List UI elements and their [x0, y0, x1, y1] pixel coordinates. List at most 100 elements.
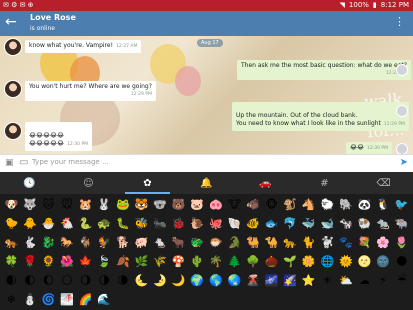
emoji-key[interactable]: 🌿 — [132, 252, 151, 271]
emoji-key[interactable]: 🐑 — [318, 195, 337, 214]
emoji-key[interactable]: 🐺 — [21, 195, 40, 214]
emoji-key[interactable]: 🌎 — [207, 271, 226, 290]
message-bubble-outgoing[interactable]: Up the mountain. Out of the cloud bank. … — [232, 102, 409, 131]
emoji-key[interactable]: 🌊 — [95, 290, 114, 309]
emoji-key[interactable]: 🐛 — [114, 214, 133, 233]
emoji-key[interactable]: 🐯 — [132, 195, 151, 214]
emoji-key[interactable]: 🐴 — [299, 195, 318, 214]
places-tab[interactable]: 🚗 — [236, 172, 295, 194]
emoji-key[interactable]: 🐓 — [95, 233, 114, 252]
message-bubble-incoming[interactable]: 😂😂😂😂😂 😂😂😂😂😂 12:30 PM — [25, 122, 93, 151]
nature-tab[interactable]: ✿ — [118, 172, 177, 194]
emoji-key[interactable]: 🌓 — [21, 271, 40, 290]
emoji-key[interactable]: 🐃 — [392, 214, 411, 233]
emoji-key[interactable]: ⭐ — [299, 271, 318, 290]
attach-image-icon[interactable]: ▣ — [5, 158, 14, 168]
emoji-key[interactable]: 💐 — [355, 233, 374, 252]
emoji-key[interactable]: 🐸 — [114, 195, 133, 214]
emoji-key[interactable]: 🐫 — [244, 233, 263, 252]
emoji-key[interactable]: 🐨 — [151, 195, 170, 214]
recent-tab[interactable]: 🕓 — [0, 172, 59, 194]
emoji-key[interactable]: 🐾 — [337, 233, 356, 252]
emoji-key[interactable]: 🐶 — [2, 195, 21, 214]
emoji-key[interactable]: 🌾 — [151, 252, 170, 271]
emoji-key[interactable]: 🌐 — [318, 252, 337, 271]
emoji-key[interactable]: 🌻 — [39, 252, 58, 271]
emoji-key[interactable]: 🍃 — [95, 252, 114, 271]
emoji-key[interactable]: ❄ — [2, 290, 21, 309]
emoji-key[interactable]: 🍁 — [76, 252, 95, 271]
emoji-key[interactable]: 🌈 — [76, 290, 95, 309]
emoji-key[interactable]: 🐐 — [76, 233, 95, 252]
smileys-tab[interactable]: ☺ — [59, 172, 118, 194]
emoji-key[interactable]: 🐧 — [374, 195, 393, 214]
emoji-key[interactable]: 🍀 — [2, 252, 21, 271]
emoji-key[interactable]: ⚡ — [374, 271, 393, 290]
emoji-key[interactable]: 🌵 — [188, 252, 207, 271]
emoji-key[interactable]: 🌙 — [169, 271, 188, 290]
objects-tab[interactable]: 🔔 — [177, 172, 236, 194]
emoji-key[interactable]: 🐹 — [76, 195, 95, 214]
emoji-key[interactable]: 🐒 — [281, 195, 300, 214]
emoji-key[interactable]: 🐝 — [132, 214, 151, 233]
emoji-key[interactable]: 🌔 — [39, 271, 58, 290]
emoji-key[interactable]: 🐡 — [207, 233, 226, 252]
message-input[interactable]: Type your message ... — [32, 158, 109, 166]
avatar[interactable] — [4, 80, 22, 98]
emoji-key[interactable]: 🐩 — [318, 233, 337, 252]
emoji-key[interactable]: 🐦 — [392, 195, 411, 214]
emoji-key[interactable]: 🌋 — [244, 271, 263, 290]
emoji-key[interactable]: 🐉 — [39, 233, 58, 252]
emoji-key[interactable]: 🐏 — [355, 214, 374, 233]
emoji-key[interactable]: 🌒 — [2, 271, 21, 290]
message-bubble-incoming[interactable]: know what you're. Vampire! 12:27 AM — [25, 40, 142, 53]
emoji-key[interactable]: 🐕 — [114, 233, 133, 252]
symbols-tab[interactable]: # — [295, 172, 354, 194]
emoji-key[interactable]: 🌚 — [374, 252, 393, 271]
keyboard-toggle-icon[interactable]: ▭ — [19, 157, 28, 168]
emoji-key[interactable]: 🐪 — [262, 233, 281, 252]
emoji-key[interactable]: 🐤 — [2, 214, 21, 233]
emoji-key[interactable]: 🐅 — [2, 233, 21, 252]
emoji-key[interactable]: 🐜 — [151, 214, 170, 233]
emoji-key[interactable]: 🌗 — [95, 271, 114, 290]
emoji-key[interactable]: 🌖 — [76, 271, 95, 290]
emoji-key[interactable]: 🐔 — [58, 214, 77, 233]
emoji-key[interactable]: 🐚 — [225, 214, 244, 233]
emoji-key[interactable]: 🐰 — [95, 195, 114, 214]
back-arrow-icon[interactable]: ← — [5, 15, 17, 29]
emoji-key[interactable]: 🐼 — [355, 195, 374, 214]
emoji-key[interactable]: 🐻 — [169, 195, 188, 214]
emoji-key[interactable]: 🌺 — [58, 252, 77, 271]
chat-history[interactable]: walk with me for... Aug 17 know what you… — [0, 36, 413, 154]
emoji-key[interactable]: 🐗 — [244, 195, 263, 214]
emoji-key[interactable]: 🐟 — [262, 214, 281, 233]
message-bubble-incoming[interactable]: You won't hurt me? Where are we going? 1… — [25, 81, 156, 101]
emoji-key[interactable]: ☔ — [392, 271, 411, 290]
emoji-key[interactable]: 🐽 — [207, 195, 226, 214]
emoji-key[interactable]: 🐳 — [299, 214, 318, 233]
emoji-key[interactable]: 🌠 — [281, 271, 300, 290]
emoji-key[interactable]: 🐍 — [76, 214, 95, 233]
backspace-button[interactable]: ⌫ — [354, 172, 413, 194]
emoji-key[interactable]: 🌱 — [281, 252, 300, 271]
emoji-key[interactable]: 🐀 — [374, 214, 393, 233]
emoji-key[interactable]: 🐙 — [207, 214, 226, 233]
emoji-key[interactable]: 🌸 — [374, 233, 393, 252]
emoji-key[interactable]: ☁ — [355, 271, 374, 290]
emoji-key[interactable]: 🐌 — [188, 214, 207, 233]
emoji-key[interactable]: ☀ — [318, 271, 337, 290]
emoji-key[interactable]: 🌝 — [355, 252, 374, 271]
emoji-key[interactable]: 🐘 — [337, 195, 356, 214]
emoji-key[interactable]: 🐋 — [318, 214, 337, 233]
emoji-key[interactable]: 🐎 — [58, 233, 77, 252]
emoji-key[interactable]: ⛄ — [21, 290, 40, 309]
emoji-key[interactable]: 🐂 — [169, 233, 188, 252]
emoji-key[interactable]: 🌘 — [114, 271, 133, 290]
avatar[interactable] — [4, 38, 22, 56]
emoji-key[interactable]: 🐇 — [21, 233, 40, 252]
emoji-key[interactable]: 🌍 — [188, 271, 207, 290]
emoji-key[interactable]: 🐁 — [151, 233, 170, 252]
emoji-key[interactable]: 🌰 — [262, 252, 281, 271]
emoji-key[interactable]: 🍄 — [169, 252, 188, 271]
